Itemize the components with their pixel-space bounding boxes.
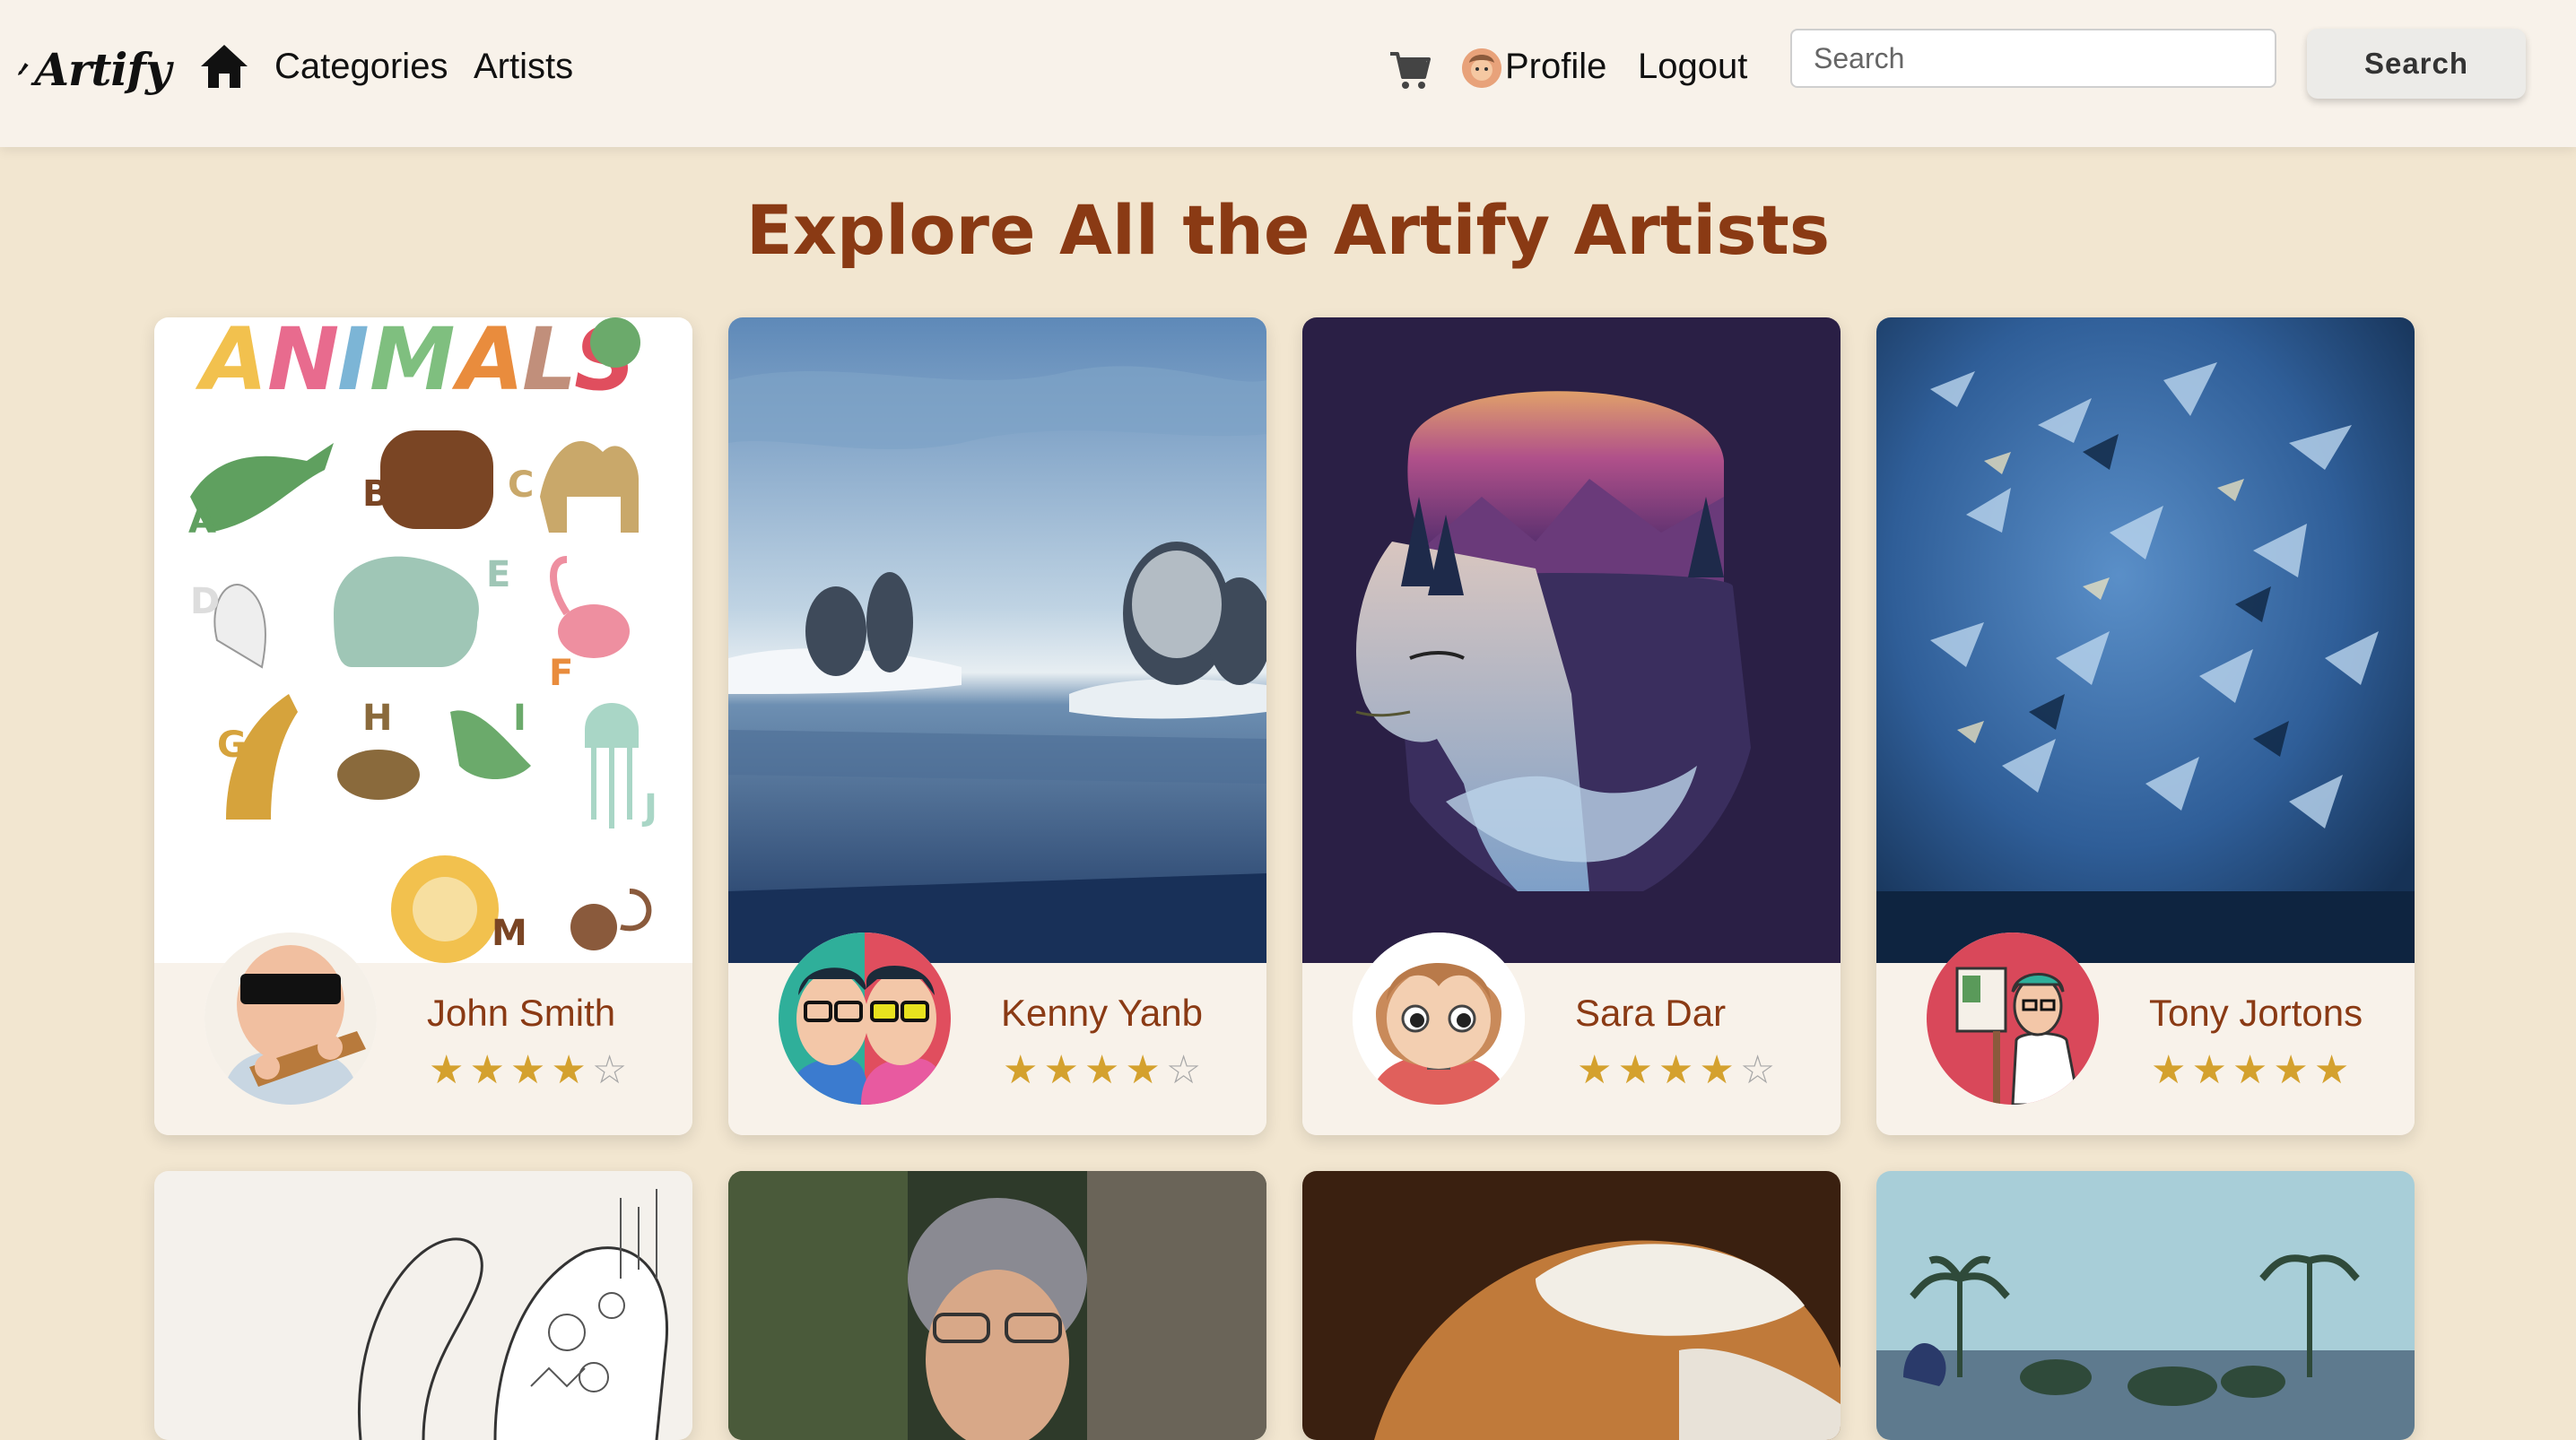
svg-text:J: J <box>641 787 657 828</box>
nav-profile-link[interactable]: Profile <box>1505 45 1606 88</box>
artist-card[interactable] <box>1876 1171 2415 1440</box>
star-empty-icon: ☆ <box>591 1047 628 1093</box>
artwork-image <box>1302 1171 1841 1440</box>
artist-card[interactable] <box>154 1171 692 1440</box>
star-icon: ★ <box>2191 1047 2227 1093</box>
artist-card[interactable]: Sara Dar ★ ★ ★ ★ ☆ <box>1302 317 1841 1135</box>
star-icon: ★ <box>429 1047 465 1093</box>
svg-text:D: D <box>190 581 220 622</box>
artist-card[interactable]: Tony Jortons ★ ★ ★ ★ ★ <box>1876 317 2415 1135</box>
artist-card[interactable] <box>728 1171 1266 1440</box>
nav-logout-link[interactable]: Logout <box>1638 45 1747 88</box>
star-icon: ★ <box>2273 1047 2309 1093</box>
star-rating: ★ ★ ★ ★ ☆ <box>429 1049 627 1092</box>
star-empty-icon: ☆ <box>1165 1047 1202 1093</box>
star-icon: ★ <box>1083 1047 1120 1093</box>
artwork-image <box>1876 317 2415 963</box>
svg-text:M: M <box>492 913 527 954</box>
star-icon: ★ <box>1577 1047 1613 1093</box>
svg-text:B: B <box>362 473 390 515</box>
artist-avatar <box>205 933 377 1105</box>
navbar: Artify Categories Artists Profile Logout… <box>0 0 2576 147</box>
star-rating: ★ ★ ★ ★ ☆ <box>1577 1049 1775 1092</box>
brand-logo[interactable]: Artify <box>18 38 171 100</box>
artist-name[interactable]: Sara Dar <box>1575 992 1726 1035</box>
svg-text:L: L <box>522 317 577 410</box>
star-icon: ★ <box>1125 1047 1161 1093</box>
star-rating: ★ ★ ★ ★ ☆ <box>1003 1049 1201 1092</box>
star-icon: ★ <box>509 1047 546 1093</box>
artist-card[interactable]: A N I M A L S A B C E D F G <box>154 317 692 1135</box>
nav-categories-link[interactable]: Categories <box>274 45 448 88</box>
star-icon: ★ <box>469 1047 505 1093</box>
brand-name: Artify <box>34 42 171 96</box>
page-title: Explore All the Artify Artists <box>745 190 1831 270</box>
star-rating: ★ ★ ★ ★ ★ <box>2151 1049 2349 1092</box>
star-icon: ★ <box>2313 1047 2350 1093</box>
svg-text:A: A <box>188 500 216 542</box>
svg-text:G: G <box>217 724 247 766</box>
artist-avatar <box>1353 933 1525 1105</box>
svg-text:F: F <box>549 653 573 694</box>
svg-text:A: A <box>451 317 524 410</box>
artist-avatar <box>779 933 951 1105</box>
svg-text:I: I <box>513 698 527 739</box>
svg-text:E: E <box>486 554 510 595</box>
profile-avatar[interactable] <box>1462 48 1501 88</box>
star-icon: ★ <box>1043 1047 1079 1093</box>
star-icon: ★ <box>1658 1047 1694 1093</box>
svg-text:C: C <box>508 464 534 506</box>
svg-text:H: H <box>362 698 392 739</box>
nav-artists-link[interactable]: Artists <box>474 45 573 88</box>
artwork-image <box>728 317 1266 963</box>
artwork-image <box>1302 317 1841 963</box>
svg-text:I: I <box>337 317 370 410</box>
cart-icon[interactable] <box>1388 48 1432 91</box>
star-icon: ★ <box>1617 1047 1653 1093</box>
artist-name[interactable]: Kenny Yanb <box>1001 992 1203 1035</box>
artist-card[interactable]: Kenny Yanb ★ ★ ★ ★ ☆ <box>728 317 1266 1135</box>
artist-card[interactable] <box>1302 1171 1841 1440</box>
star-icon: ★ <box>2232 1047 2268 1093</box>
svg-text:M: M <box>370 317 456 410</box>
star-icon: ★ <box>551 1047 587 1093</box>
artist-name[interactable]: Tony Jortons <box>2149 992 2363 1035</box>
search-input[interactable] <box>1790 29 2276 88</box>
star-icon: ★ <box>2151 1047 2187 1093</box>
star-icon: ★ <box>1699 1047 1735 1093</box>
artwork-image <box>728 1171 1266 1440</box>
paintbrush-icon <box>18 63 29 75</box>
artwork-image <box>154 1171 692 1440</box>
home-icon[interactable] <box>199 41 249 91</box>
artwork-image <box>1876 1171 2415 1440</box>
artwork-image: A N I M A L S A B C E D F G <box>154 317 692 963</box>
star-empty-icon: ☆ <box>1739 1047 1776 1093</box>
svg-text:A: A <box>195 317 267 410</box>
svg-text:N: N <box>267 317 339 410</box>
artist-avatar <box>1927 933 2099 1105</box>
artist-name[interactable]: John Smith <box>427 992 615 1035</box>
search-button[interactable]: Search <box>2307 29 2526 99</box>
star-icon: ★ <box>1003 1047 1039 1093</box>
